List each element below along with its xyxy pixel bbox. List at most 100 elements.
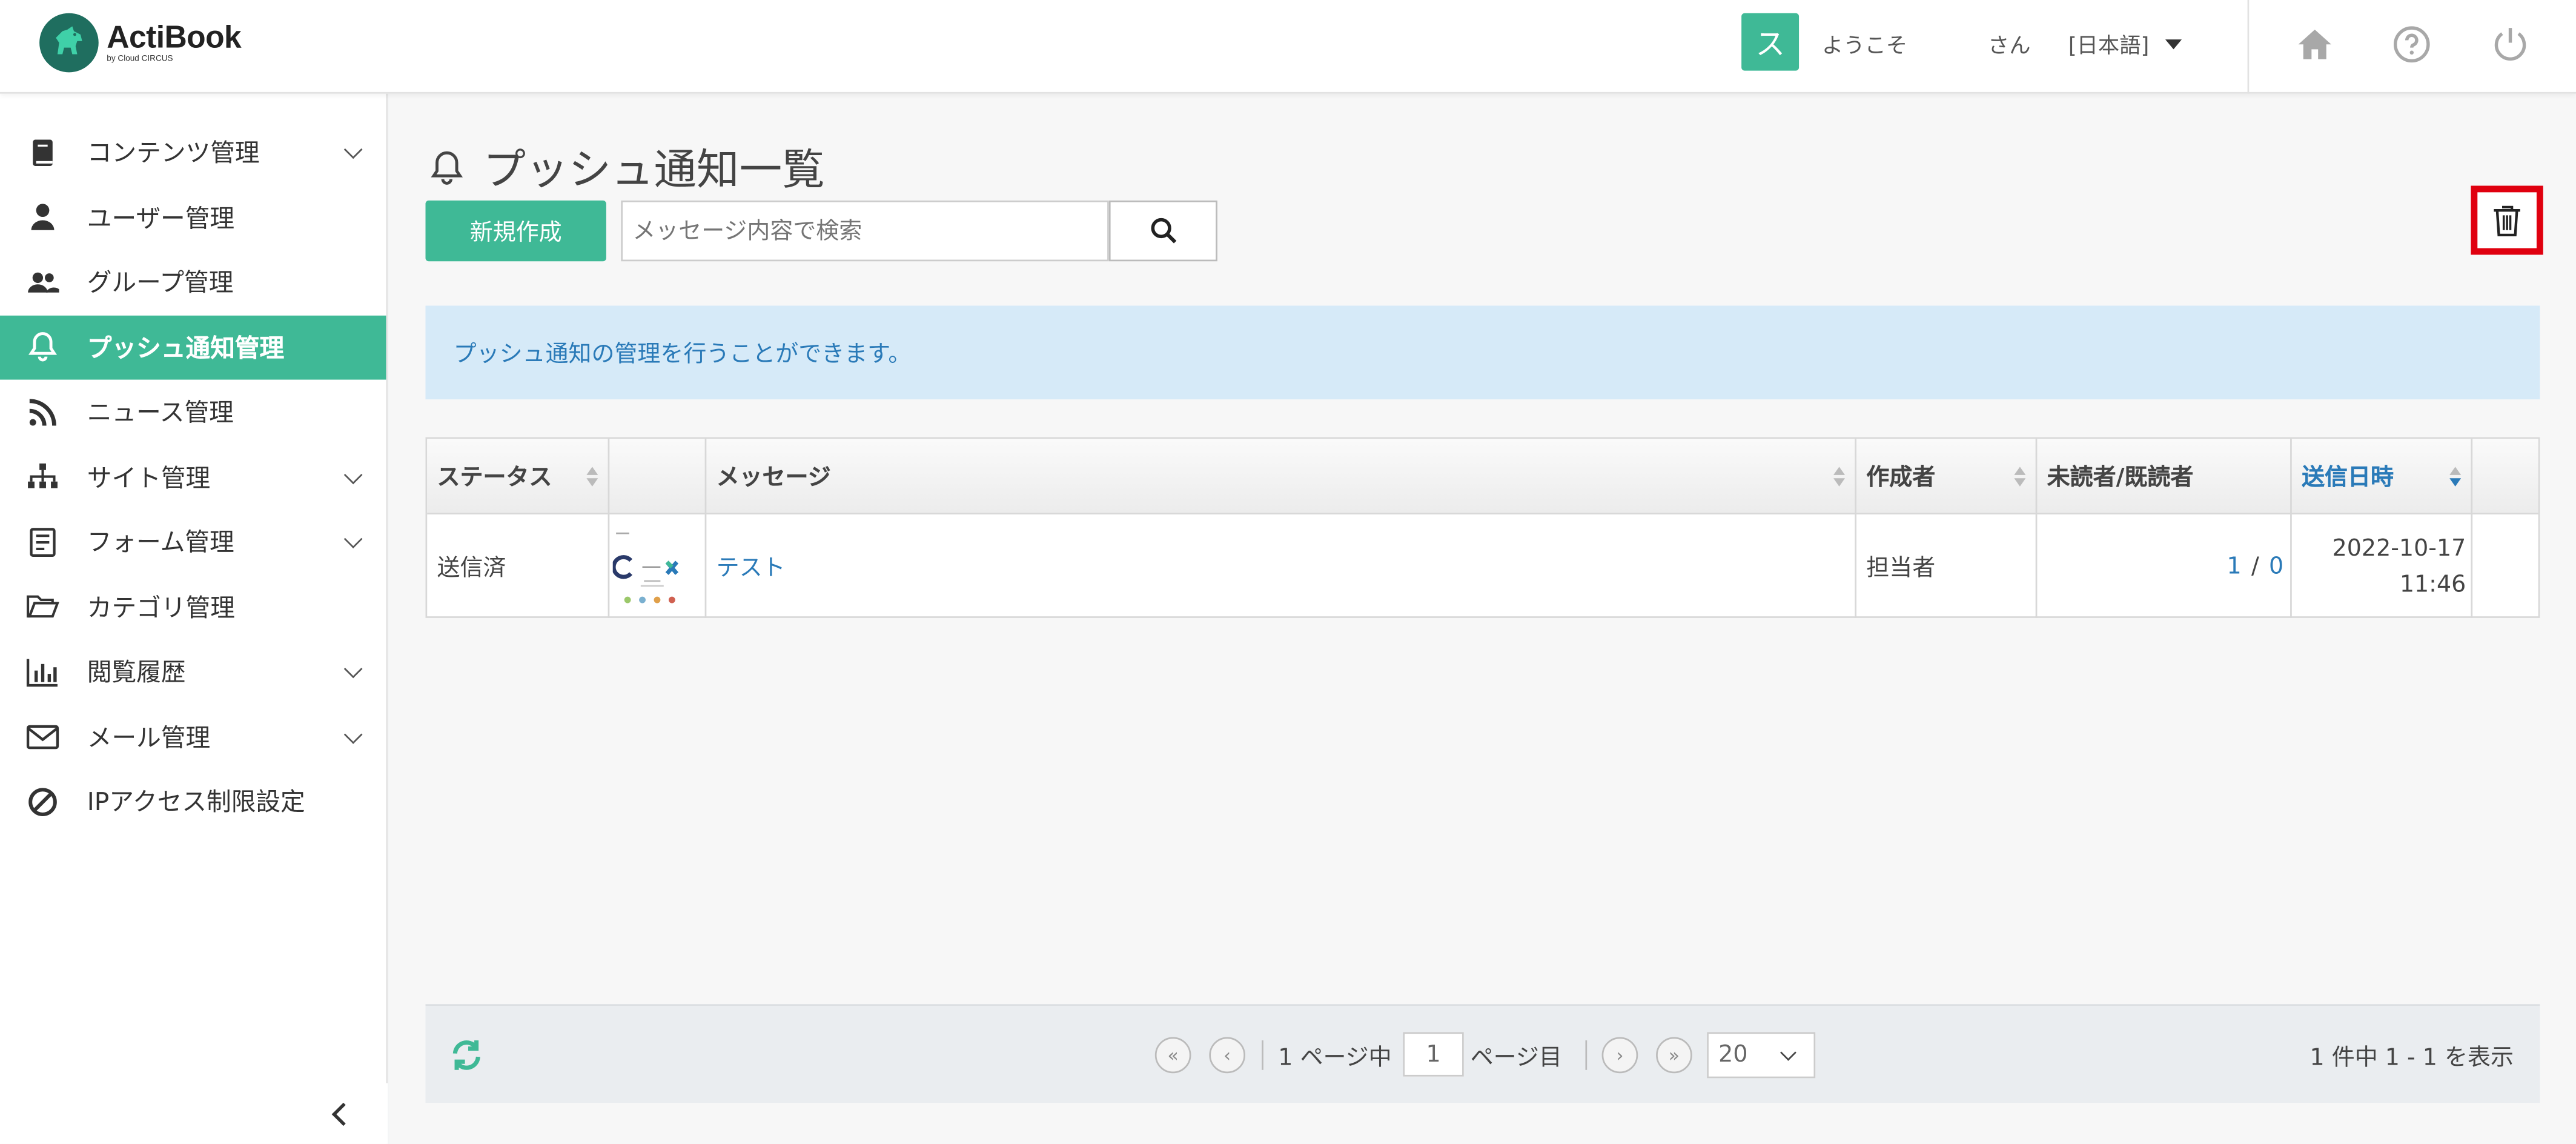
sidebar-item-label: グループ管理 <box>87 268 234 298</box>
header-label: 送信日時 <box>2302 465 2394 492</box>
unread-count-link[interactable]: 1 <box>2227 553 2241 579</box>
cell-status: 送信済 <box>427 514 610 618</box>
header-label: メッセージ <box>716 465 831 492</box>
sidebar-item-users[interactable]: ユーザー管理 <box>0 185 386 250</box>
sidebar: コンテンツ管理 ユーザー管理 グループ管理 プッシュ通知管理 ニュース管理 サイ… <box>0 93 388 1144</box>
sidebar-item-label: コンテンツ管理 <box>87 138 260 168</box>
sidebar-item-forms[interactable]: フォーム管理 <box>0 510 386 574</box>
main-content: プッシュ通知一覧 新規作成 プッシュ通知の管理を行うことができます。 ステータス… <box>389 93 2576 1144</box>
sidebar-item-groups[interactable]: グループ管理 <box>0 250 386 314</box>
sidebar-item-mail[interactable]: メール管理 <box>0 704 386 769</box>
pager-divider <box>1585 1040 1588 1070</box>
logo-title: ActiBook <box>107 20 242 55</box>
help-icon[interactable] <box>2391 23 2434 66</box>
thumbnail-image <box>611 522 692 611</box>
per-page-value: 20 <box>1718 1042 1748 1069</box>
power-icon[interactable] <box>2489 23 2532 66</box>
home-icon[interactable] <box>2294 23 2337 66</box>
header-actions <box>2472 439 2541 514</box>
pager-divider <box>1262 1040 1263 1070</box>
sort-icon <box>586 467 598 487</box>
header-label: ステータス <box>437 465 552 492</box>
chevron-down-icon <box>343 659 363 679</box>
cell-unread-read: 1 / 0 <box>2037 514 2292 618</box>
sidebar-item-news[interactable]: ニュース管理 <box>0 380 386 445</box>
mail-icon <box>23 719 62 755</box>
header-label: 未読者/既読者 <box>2047 465 2194 492</box>
table-row[interactable]: 送信済 テスト 担当者 1 / 0 2022-10-17 11:46 <box>427 514 2538 618</box>
record-count: 1 件中 1 - 1 を表示 <box>2309 1045 2514 1072</box>
language-label: [日本語] <box>2068 34 2150 59</box>
header-divider <box>2247 0 2250 94</box>
search-button[interactable] <box>1108 200 1217 262</box>
message-link[interactable]: テスト <box>717 550 786 582</box>
cell-message[interactable]: テスト <box>706 514 1857 618</box>
header-message[interactable]: メッセージ <box>706 439 1857 514</box>
sidebar-item-contents[interactable]: コンテンツ管理 <box>0 120 386 185</box>
pagination-bar: « ‹ 1 ページ中 1 ページ目 › » 20 1 件中 1 - 1 を表示 <box>425 1004 2540 1103</box>
ban-icon <box>23 783 62 820</box>
top-header: ActiBook by Cloud CIRCUS ス ようこそ さん [日本語] <box>0 0 2576 94</box>
double-chevron-right-icon: » <box>1668 1044 1680 1066</box>
sent-date: 2022-10-17 <box>2332 534 2466 562</box>
cell-thumbnail[interactable] <box>609 514 707 618</box>
chevron-down-icon <box>343 724 363 743</box>
form-icon <box>23 524 62 560</box>
header-unread-read[interactable]: 未読者/既読者 <box>2037 439 2292 514</box>
language-selector[interactable]: [日本語] <box>2068 28 2182 59</box>
sidebar-item-label: 閲覧履歴 <box>87 657 186 688</box>
users-icon <box>23 264 62 301</box>
cell-author: 担当者 <box>1856 514 2038 618</box>
table-header: ステータス メッセージ 作成者 未読者/既読者 送信日時 <box>427 439 2538 514</box>
sidebar-nav: コンテンツ管理 ユーザー管理 グループ管理 プッシュ通知管理 ニュース管理 サイ… <box>0 120 386 834</box>
user-icon <box>23 199 62 236</box>
horse-logo-icon <box>39 13 99 73</box>
actibook-logo[interactable]: ActiBook by Cloud CIRCUS <box>39 13 242 73</box>
search-input[interactable] <box>621 200 1109 262</box>
header-sent-at[interactable]: 送信日時 <box>2292 439 2473 514</box>
chevron-left-icon[interactable] <box>331 1102 356 1126</box>
rss-icon <box>23 394 62 430</box>
honorific-text: さん <box>1988 34 2031 59</box>
chevron-down-icon <box>343 140 363 159</box>
chevron-left-icon: ‹ <box>1223 1044 1231 1066</box>
sitemap-icon <box>23 459 62 495</box>
prev-page-button[interactable]: ‹ <box>1209 1037 1245 1074</box>
per-page-select[interactable]: 20 <box>1707 1032 1816 1079</box>
sidebar-item-categories[interactable]: カテゴリ管理 <box>0 574 386 639</box>
first-page-button[interactable]: « <box>1154 1037 1191 1074</box>
cell-sent-at: 2022-10-17 11:46 <box>2292 514 2473 618</box>
header-author[interactable]: 作成者 <box>1856 439 2038 514</box>
header-status[interactable]: ステータス <box>427 439 610 514</box>
user-avatar[interactable]: ス <box>1741 13 1800 71</box>
notifications-table: ステータス メッセージ 作成者 未読者/既読者 送信日時 送信済 テスト 担当者… <box>425 437 2540 618</box>
sidebar-item-label: メール管理 <box>87 722 211 753</box>
page-number-input[interactable]: 1 <box>1403 1032 1464 1077</box>
bell-icon <box>23 329 62 365</box>
sent-time: 11:46 <box>2399 571 2466 597</box>
sidebar-item-ip-restriction[interactable]: IPアクセス制限設定 <box>0 769 386 834</box>
separator: / <box>2251 553 2259 580</box>
caret-down-icon <box>2165 38 2182 49</box>
chevron-right-icon: › <box>1616 1044 1624 1066</box>
sidebar-item-push-notifications[interactable]: プッシュ通知管理 <box>0 314 386 380</box>
sort-desc-icon <box>2449 467 2462 487</box>
read-count-link[interactable]: 0 <box>2269 553 2283 579</box>
sort-icon <box>1833 467 1846 487</box>
refresh-icon[interactable] <box>448 1037 485 1074</box>
folder-open-icon <box>23 589 62 625</box>
chevron-down-icon <box>343 465 363 484</box>
next-page-button[interactable]: › <box>1601 1037 1638 1074</box>
header-thumbnail <box>609 439 707 514</box>
sidebar-item-label: フォーム管理 <box>87 528 234 558</box>
delete-button[interactable] <box>2471 185 2543 255</box>
sidebar-item-label: プッシュ通知管理 <box>87 333 285 363</box>
bell-icon <box>431 150 463 184</box>
info-message: プッシュ通知の管理を行うことができます。 <box>425 305 2540 400</box>
new-button[interactable]: 新規作成 <box>425 200 606 262</box>
welcome-text: ようこそ <box>1822 34 1908 59</box>
sidebar-item-view-history[interactable]: 閲覧履歴 <box>0 639 386 704</box>
chevron-down-icon <box>1780 1044 1796 1061</box>
sidebar-item-sites[interactable]: サイト管理 <box>0 445 386 510</box>
last-page-button[interactable]: » <box>1656 1037 1692 1074</box>
